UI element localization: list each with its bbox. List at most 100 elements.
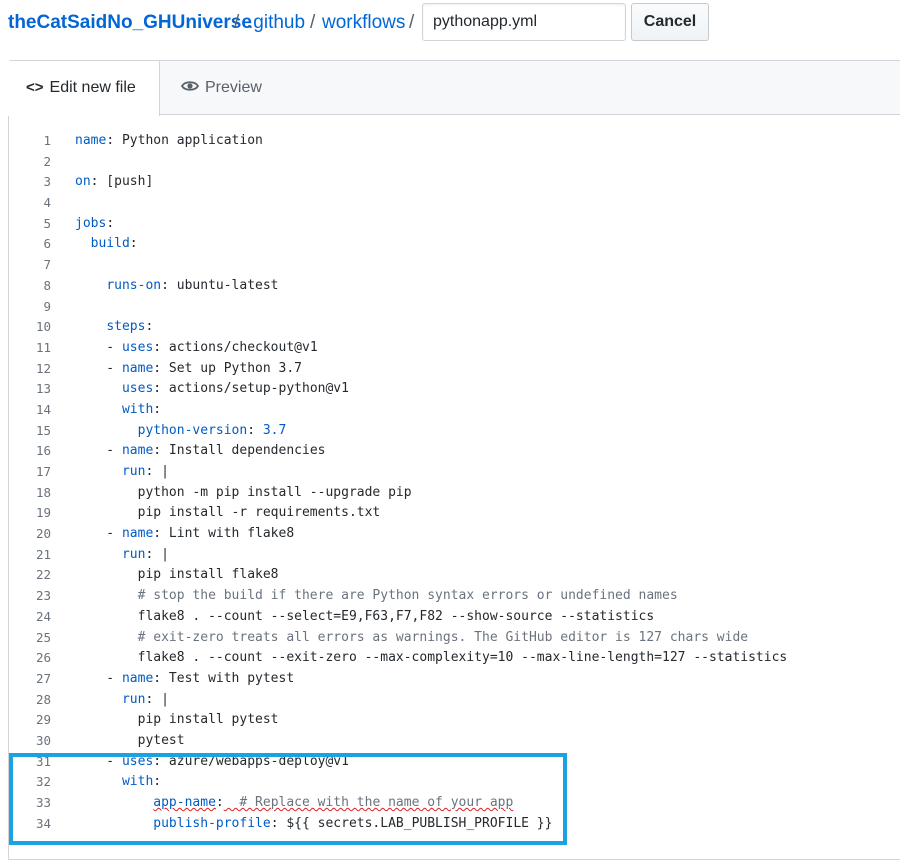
line-content: runs-on: ubuntu-latest <box>75 276 278 297</box>
line-number: 28 <box>35 691 51 707</box>
code-line[interactable]: 17 run: | <box>9 462 900 483</box>
yaml-value: pip install flake8 <box>137 567 279 583</box>
line-number: 33 <box>35 795 51 810</box>
code-line[interactable]: 11 - uses: actions/checkout@v1 <box>9 338 900 359</box>
line-number: 8 <box>43 277 51 293</box>
code-editor[interactable]: 1 name: Python application 2 3 on: [push] 4 5 j… <box>9 131 900 834</box>
cancel-button[interactable]: Cancel <box>631 3 709 41</box>
yaml-key: on <box>75 174 91 190</box>
code-line[interactable]: 6 build: <box>9 234 900 255</box>
code-line[interactable]: 7 <box>9 255 900 276</box>
line-content: pytest <box>75 731 185 752</box>
line-content: run: | <box>75 545 169 566</box>
code-line[interactable]: 4 <box>9 193 900 214</box>
code-line[interactable]: 26 flake8 . --count --exit-zero --max-co… <box>9 648 900 669</box>
line-content: build: <box>75 234 138 255</box>
yaml-key: with <box>121 401 154 417</box>
code-line[interactable]: 10 steps: <box>9 317 900 338</box>
breadcrumb-dir-workflows[interactable]: workflows <box>322 12 405 34</box>
breadcrumb-dir-github[interactable]: .github <box>248 12 305 34</box>
yaml-value: flake8 . --count --select=E9,F63,F7,F82 … <box>137 608 655 624</box>
yaml-key: run <box>121 691 146 707</box>
line-number: 21 <box>35 546 51 562</box>
line-content: app-name: # Replace with the name of you… <box>75 793 513 814</box>
line-content: with: <box>75 772 161 793</box>
yaml-value: Set up Python 3.7 <box>161 360 302 376</box>
editor-tabs: <> Edit new file Preview <box>8 61 900 116</box>
line-number: 9 <box>43 298 51 314</box>
code-line[interactable]: 14 with: <box>9 400 900 421</box>
yaml-colon: : <box>153 339 162 355</box>
yaml-comment: # stop the build if there are Python syn… <box>137 588 678 604</box>
code-line[interactable]: 3 on: [push] <box>9 172 900 193</box>
line-indent: - <box>75 339 122 355</box>
code-icon: <> <box>26 79 44 96</box>
yaml-value: pip install pytest <box>137 712 279 728</box>
code-line[interactable]: 1 name: Python application <box>9 131 900 152</box>
yaml-key: steps <box>106 319 146 335</box>
yaml-colon: : <box>270 815 279 831</box>
code-line[interactable]: 13 uses: actions/setup-python@v1 <box>9 379 900 400</box>
file-path-bar: theCatSaidNo_GHUniverse / .github / work… <box>0 0 900 46</box>
code-line[interactable]: 15 python-version: 3.7 <box>9 421 900 442</box>
tab-edit-new-file[interactable]: <> Edit new file <box>8 61 160 116</box>
code-line[interactable]: 30 pytest <box>9 731 900 752</box>
line-content: pip install -r requirements.txt <box>75 503 381 524</box>
line-content: flake8 . --count --exit-zero --max-compl… <box>75 648 788 669</box>
line-number: 5 <box>43 215 51 231</box>
yaml-value: Install dependencies <box>161 443 326 459</box>
code-line[interactable]: 18 python -m pip install --upgrade pip <box>9 483 900 504</box>
yaml-key: uses <box>121 381 154 397</box>
line-number: 17 <box>35 464 51 479</box>
code-line[interactable]: 8 runs-on: ubuntu-latest <box>9 276 900 297</box>
line-content: - uses: actions/checkout@v1 <box>75 338 317 359</box>
line-number: 11 <box>35 339 51 355</box>
line-number: 2 <box>43 153 51 169</box>
yaml-value: pip install -r requirements.txt <box>137 505 381 521</box>
line-content: - name: Install dependencies <box>75 441 325 462</box>
code-line[interactable]: 27 - name: Test with pytest <box>9 669 900 690</box>
yaml-colon: : <box>153 360 162 376</box>
code-line[interactable]: 25 # exit-zero treats all errors as warn… <box>9 628 900 649</box>
code-line[interactable]: 19 pip install -r requirements.txt <box>9 503 900 524</box>
yaml-colon: : <box>153 443 162 459</box>
filename-input[interactable] <box>422 3 626 41</box>
code-line[interactable]: 22 pip install flake8 <box>9 565 900 586</box>
code-line[interactable]: 9 <box>9 297 900 318</box>
code-line[interactable]: 2 <box>9 152 900 173</box>
breadcrumb-repo-link[interactable]: theCatSaidNo_GHUniverse <box>8 12 252 34</box>
code-line[interactable]: 16 - name: Install dependencies <box>9 441 900 462</box>
code-line[interactable]: 31 - uses: azure/webapps-deploy@v1 <box>9 752 900 773</box>
code-line[interactable]: 32 with: <box>9 772 900 793</box>
tab-edit-label: Edit new file <box>49 79 136 96</box>
yaml-key: python-version <box>137 422 248 438</box>
yaml-comment: # Replace with the name of your app <box>223 795 514 810</box>
yaml-key: publish-profile <box>153 815 271 831</box>
code-line[interactable]: 28 run: | <box>9 690 900 711</box>
code-line[interactable]: 5 jobs: <box>9 214 900 235</box>
line-number: 3 <box>43 174 51 190</box>
yaml-colon: : <box>153 774 162 790</box>
code-line[interactable]: 29 pip install pytest <box>9 710 900 731</box>
eye-icon <box>181 81 199 91</box>
code-line[interactable]: 23 # stop the build if there are Python … <box>9 586 900 607</box>
code-line[interactable]: 20 - name: Lint with flake8 <box>9 524 900 545</box>
line-content: pip install pytest <box>75 710 279 731</box>
line-content: run: | <box>75 462 169 483</box>
tab-preview[interactable]: Preview <box>163 61 280 115</box>
code-line[interactable]: 34 publish-profile: ${{ secrets.LAB_PUBL… <box>9 814 900 835</box>
line-number: 23 <box>35 588 51 604</box>
code-line[interactable]: 21 run: | <box>9 545 900 566</box>
line-number: 29 <box>35 712 51 728</box>
yaml-value: | <box>153 464 169 479</box>
code-line[interactable]: 33 app-name: # Replace with the name of … <box>9 793 900 814</box>
code-line[interactable]: 12 - name: Set up Python 3.7 <box>9 359 900 380</box>
line-content: - name: Set up Python 3.7 <box>75 359 302 380</box>
code-line[interactable]: 24 flake8 . --count --select=E9,F63,F7,F… <box>9 607 900 628</box>
line-content: steps: <box>75 317 153 338</box>
